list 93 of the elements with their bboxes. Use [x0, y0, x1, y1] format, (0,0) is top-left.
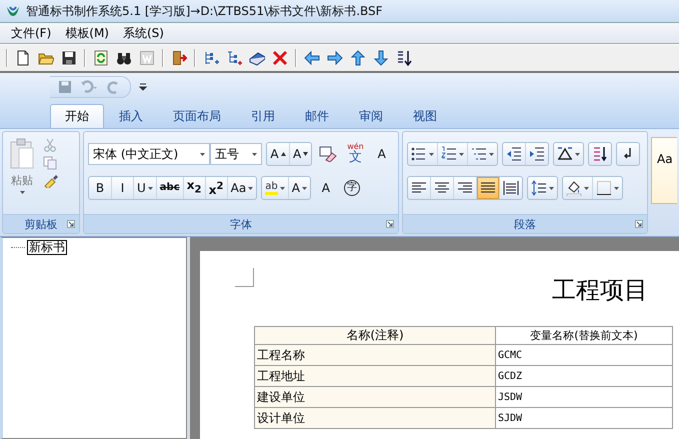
- shrink-font-button[interactable]: A: [289, 143, 312, 165]
- tree-add-icon[interactable]: [203, 50, 219, 66]
- up-arrow-icon[interactable]: [350, 50, 366, 66]
- dialog-launcher-icon[interactable]: [67, 220, 75, 228]
- bullet-list-icon: [411, 146, 427, 162]
- subscript-button[interactable]: x$_{2}$: [182, 177, 205, 199]
- sort-icon: [592, 146, 608, 162]
- down-arrow-icon[interactable]: [373, 50, 389, 66]
- style-gallery-item[interactable]: Aa: [651, 137, 677, 204]
- ribbon-tab[interactable]: 视图: [398, 104, 452, 128]
- table-cell: GCDZ: [496, 366, 672, 386]
- sort-icon[interactable]: [396, 50, 412, 66]
- line-spacing-icon: [531, 180, 547, 196]
- table-cell: GCMC: [496, 344, 672, 366]
- paste-button[interactable]: 粘贴: [7, 136, 37, 214]
- highlight-button[interactable]: ab: [262, 177, 288, 199]
- dialog-launcher-icon[interactable]: [386, 220, 394, 228]
- bold-button[interactable]: B: [89, 177, 111, 199]
- caret-icon: [614, 186, 619, 190]
- grow-font-button[interactable]: A: [267, 143, 289, 165]
- margin-mark: [235, 268, 254, 287]
- app-logo-icon: [6, 5, 20, 17]
- caret-icon: [575, 152, 580, 156]
- superscript-button[interactable]: x$^{2}$: [204, 177, 227, 199]
- ribbon-tab[interactable]: 插入: [104, 104, 158, 128]
- table-cell: SJDW: [496, 408, 672, 428]
- group-label: 剪贴板: [24, 216, 58, 232]
- column-header: 变量名称(替换前文本): [496, 326, 672, 344]
- borders-button[interactable]: [592, 177, 622, 199]
- decrease-indent-icon: [506, 146, 522, 162]
- tree-item[interactable]: 新标书: [27, 240, 67, 255]
- paint-bucket-icon: [566, 180, 582, 196]
- new-document-icon[interactable]: [15, 50, 31, 66]
- caret-icon: [489, 152, 494, 156]
- left-arrow-icon[interactable]: [304, 50, 320, 66]
- text-layout-icon: [557, 146, 573, 162]
- font-color-button[interactable]: A: [288, 177, 310, 199]
- distributed-icon: [503, 180, 519, 196]
- exit-door-icon[interactable]: [171, 50, 187, 66]
- ribbon-tab[interactable]: 开始: [50, 104, 104, 128]
- change-case-button[interactable]: Aa: [226, 177, 256, 199]
- caret-icon: [459, 152, 464, 156]
- table-cell: 工程名称: [254, 344, 496, 366]
- justify-button[interactable]: [476, 177, 499, 199]
- group-label: 段落: [514, 216, 536, 232]
- save-icon[interactable]: [61, 50, 77, 66]
- menu-item[interactable]: 系统(S): [116, 24, 171, 42]
- down-caret-icon: [303, 152, 308, 156]
- border-icon: [596, 180, 612, 196]
- clipboard-icon: [9, 138, 35, 170]
- character-shading-button[interactable]: A: [314, 177, 337, 199]
- font-size-field[interactable]: 五号: [210, 143, 262, 165]
- group-label: 字体: [230, 216, 252, 232]
- table-cell: JSDW: [496, 386, 672, 408]
- document-title: 工程项目: [552, 275, 648, 306]
- delete-icon[interactable]: [272, 50, 288, 66]
- column-header: 名称(注释): [254, 326, 496, 344]
- right-arrow-icon[interactable]: [327, 50, 343, 66]
- caret-icon: [20, 191, 24, 194]
- ribbon-tab[interactable]: 引用: [236, 104, 290, 128]
- dialog-launcher-icon[interactable]: [635, 220, 643, 228]
- numbering-button[interactable]: [437, 143, 467, 165]
- binoculars-icon[interactable]: [116, 50, 132, 66]
- up-caret-icon: [280, 152, 286, 156]
- tree-insert-icon[interactable]: [226, 50, 242, 66]
- italic-button[interactable]: I: [111, 177, 133, 199]
- underline-button[interactable]: U: [133, 177, 156, 199]
- font-name-field[interactable]: 宋体 (中文正文): [88, 143, 210, 165]
- table-cell: 设计单位: [254, 408, 496, 428]
- strikethrough-button[interactable]: abc: [156, 177, 183, 199]
- ribbon-tab[interactable]: 审阅: [344, 104, 398, 128]
- caret-icon: [584, 186, 589, 190]
- table-cell: 工程地址: [254, 366, 496, 386]
- multilevel-list-icon: [471, 146, 487, 162]
- format-painter-icon[interactable]: [43, 174, 59, 188]
- character-border-button[interactable]: A: [370, 143, 393, 165]
- menu-item[interactable]: 模板(M): [58, 24, 116, 42]
- ribbon-tab[interactable]: 邮件: [290, 104, 344, 128]
- caret-icon: [429, 152, 434, 156]
- refresh-icon[interactable]: [93, 50, 109, 66]
- phonetic-guide-button[interactable]: wén 文: [344, 143, 367, 165]
- numbered-list-icon: [441, 146, 457, 162]
- table-cell: 建设单位: [254, 386, 496, 408]
- caret-icon: [252, 152, 257, 156]
- caret-icon: [200, 152, 205, 156]
- increase-indent-icon: [529, 146, 545, 162]
- menu-item[interactable]: 文件(F): [4, 24, 58, 42]
- eraser-icon: [319, 146, 338, 162]
- ribbon-tab[interactable]: 页面布局: [158, 104, 236, 128]
- window-title: 智通标书制作系统5.1 [学习版]→D:\ZTBS51\标书文件\新标书.BSF: [26, 2, 383, 20]
- customize-menu-icon[interactable]: [139, 82, 147, 92]
- caret-icon: [549, 186, 554, 190]
- multilevel-list-button[interactable]: [467, 143, 497, 165]
